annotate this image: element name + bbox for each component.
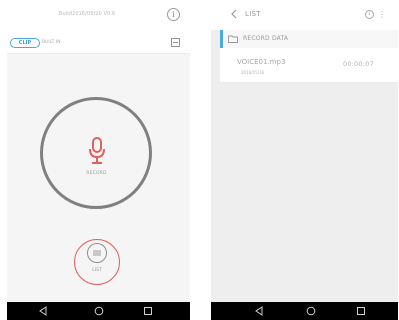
file-name: VOICE01.mp3 [237, 58, 286, 66]
toggle-option-built-in[interactable]: BUILT IN [42, 39, 60, 47]
build-version-text: Build2016/05/20 V0.6 [59, 11, 116, 17]
android-navbar [7, 302, 190, 320]
home-icon[interactable] [306, 306, 316, 316]
record-label: RECORD [86, 171, 107, 176]
list-screen: LIST i ⋮ RECORD DATA VOICE01.mp3 2016/05… [211, 0, 398, 320]
microphone-icon [89, 137, 105, 164]
list-label: LIST [92, 268, 102, 273]
info-icon[interactable]: i [365, 10, 374, 19]
folder-row-record-data[interactable]: RECORD DATA [220, 30, 398, 48]
toggle-option-clip[interactable]: CLIP [10, 38, 40, 48]
overflow-menu-icon[interactable]: ⋮ [378, 9, 386, 21]
recents-icon[interactable] [356, 306, 366, 316]
list-icon [93, 250, 101, 256]
info-icon[interactable]: i [167, 8, 180, 21]
recorder-header: Build2016/05/20 V0.6 i [7, 0, 190, 33]
android-navbar [211, 302, 398, 320]
list-item[interactable]: VOICE01.mp3 2016/05/16 00:00:07 [220, 48, 398, 83]
file-date: 2016/05/16 [241, 70, 265, 75]
export-icon[interactable] [171, 38, 180, 47]
input-source-bar: CLIP BUILT IN [7, 33, 190, 54]
folder-label: RECORD DATA [243, 35, 289, 42]
input-source-toggle[interactable]: CLIP BUILT IN [10, 38, 70, 48]
page-title: LIST [245, 10, 261, 18]
back-icon[interactable] [38, 306, 48, 316]
list-header: LIST i ⋮ [211, 0, 398, 30]
recents-icon[interactable] [143, 306, 153, 316]
recorder-screen: Build2016/05/20 V0.6 i CLIP BUILT IN REC… [7, 0, 190, 320]
back-icon[interactable] [254, 306, 264, 316]
back-chevron-icon[interactable] [230, 9, 238, 19]
home-icon[interactable] [94, 306, 104, 316]
folder-icon [228, 35, 238, 43]
file-duration: 00:00:07 [343, 60, 374, 68]
